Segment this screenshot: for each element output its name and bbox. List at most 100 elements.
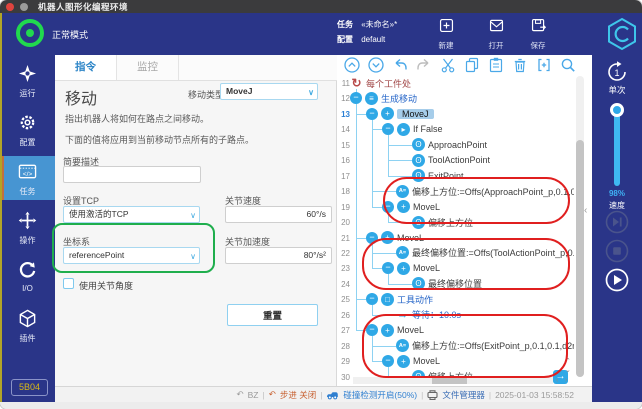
paste-icon[interactable] [487,56,505,74]
tree-row-28[interactable]: A=偏移上方位:=Offs(ExitPoint_p,0.1,0.1,d2r(10… [396,339,574,353]
collapse-node-icon[interactable]: − [366,293,378,305]
collapse-node-icon[interactable]: − [382,355,394,367]
tree-row-21[interactable]: −+MoveL [366,231,424,245]
play-button[interactable] [605,268,629,292]
tree-connector [372,336,373,361]
move-node-icon: + [397,355,410,368]
line-number: 29 [337,357,350,366]
collision-car-icon [326,390,339,400]
line-number: 15 [337,141,350,150]
sidebar-item-config[interactable]: 配置 [0,107,55,151]
titlebar: 机器人图形化编程环境 [0,0,642,13]
collapse-node-icon[interactable]: − [350,92,362,104]
collapse-node-icon[interactable]: − [382,262,394,274]
collapse-node-icon[interactable]: − [366,232,378,244]
config-value: default [361,35,385,44]
tree-row-19[interactable]: −+MoveL [382,200,440,214]
scroll-left-icon[interactable]: ‹ [556,377,558,384]
sidebar-item-plugin[interactable]: 插件 [0,303,55,347]
tree-row-18[interactable]: A=偏移上方位:=Offs(ApproachPoint_p,0.1,0.1,d2… [396,184,574,198]
search-icon[interactable] [559,56,577,74]
tree-row-25[interactable]: −□工具动作 [366,292,433,306]
joint-speed-input[interactable]: 60°/s [225,206,332,223]
tree-row-29[interactable]: −+MoveL [382,354,440,368]
step-mode-status[interactable]: 步进 关闭 [280,389,316,401]
robot-id-badge[interactable]: 5B04 [11,379,48,396]
collapse-node-icon[interactable]: − [366,324,378,336]
tree-row-14[interactable]: −▸If False [382,122,443,136]
line-number: 24 [337,280,350,289]
tab-monitor[interactable]: 监控 [117,55,179,80]
line-number: 28 [337,342,350,351]
copy-icon[interactable] [463,56,481,74]
joint-accel-input[interactable]: 80°/s² [225,247,332,264]
tree-node-label: 工具动作 [397,293,433,306]
tree-row-27[interactable]: −+MoveL [366,323,424,337]
tree-row-11[interactable]: ↻每个工件处 [350,76,411,90]
vertical-scrollbar[interactable] [576,76,584,377]
tree-row-16[interactable]: ʘToolActionPoint [412,153,490,167]
delete-icon[interactable] [511,56,529,74]
single-run-icon[interactable]: 1 [605,60,629,84]
line-number: 26 [337,311,350,320]
tree-row-20[interactable]: ʘ偏移上方位 [412,215,473,229]
undo-icon[interactable] [391,56,409,74]
tree-row-13[interactable]: −+MoveJ [366,107,434,121]
tab-command[interactable]: 指令 [55,55,117,80]
vertical-scrollbar-thumb[interactable] [576,140,584,377]
expand-all-icon[interactable] [343,56,361,74]
tree-row-12[interactable]: −≡生成移动 [350,91,417,105]
collapse-panel-icon[interactable]: ‹ [584,205,587,216]
tree-connector [372,191,396,192]
horizontal-scrollbar[interactable] [353,377,553,384]
open-task-button[interactable]: 打开 [474,17,518,51]
scroll-right-icon[interactable]: › [565,377,567,384]
save-icon [530,17,547,34]
sidebar-item-io[interactable]: I/O [0,254,55,298]
speed-slider-knob[interactable] [610,103,624,117]
save-task-button[interactable]: 保存 [516,17,560,51]
tree-node-label: ApproachPoint [428,140,487,150]
brief-desc-input[interactable] [63,166,201,183]
tree-row-22[interactable]: A=最终偏移位置:=Offs(ToolActionPoint_p,0.1,0.1… [396,246,574,260]
tree-row-26[interactable]: →等待：10.0s [396,308,461,322]
frame-select[interactable]: referencePoint ∨ [63,247,200,264]
use-joint-angle-checkbox[interactable] [63,278,74,289]
collapse-node-icon[interactable]: − [382,123,394,135]
tree-row-17[interactable]: ʘExitPoint [412,169,464,183]
app-window: 机器人图形化编程环境 正常模式 任务 «未命名»* 配置 default 新建 [0,0,642,409]
tree-row-15[interactable]: ʘApproachPoint [412,138,487,152]
io-cycle-icon [18,260,37,279]
collapse-all-icon[interactable] [367,56,385,74]
collision-status[interactable]: 碰撞检测开启(50%) [343,389,417,401]
line-number: 16 [337,156,350,165]
stop-button[interactable] [605,239,629,263]
collapse-node-icon[interactable]: − [366,108,378,120]
step-button[interactable] [605,210,629,234]
sidebar-item-operate[interactable]: 操作 [0,205,55,249]
tree-row-23[interactable]: −+MoveL [382,261,440,275]
tree-connector [372,268,382,269]
redo-icon[interactable] [415,56,433,74]
collapse-node-icon[interactable]: − [382,201,394,213]
new-task-button[interactable]: 新建 [424,17,468,51]
scroll-up-icon[interactable]: ⌃ [565,358,571,365]
program-tree-panel: 11↻每个工件处12−≡生成移动13−+MoveJ14−▸If False15ʘ… [337,55,592,386]
page-title: 移动 [65,85,97,109]
scroll-down-icon[interactable]: ⌄ [565,367,571,374]
tree-node-label: MoveL [413,263,440,273]
cut-icon[interactable] [439,56,457,74]
minimize-window-icon[interactable] [20,3,28,11]
sidebar-item-run[interactable]: 运行 [0,58,55,102]
reset-button[interactable]: 重置 [227,304,318,326]
sidebar-item-task[interactable]: </> 任务 [0,156,55,200]
file-manager-link[interactable]: 文件管理器 [442,389,485,401]
tcp-select[interactable]: 使用激活的TCP ∨ [63,206,200,223]
move-type-select[interactable]: MoveJ ∨ [220,83,318,100]
close-window-icon[interactable] [6,3,14,11]
tcp-value: 使用激活的TCP [69,209,129,219]
horizontal-scrollbar-thumb[interactable] [432,377,467,384]
insert-icon[interactable] [535,56,553,74]
speed-slider[interactable] [614,105,620,186]
tree-row-24[interactable]: ʘ最终偏移位置 [412,277,482,291]
